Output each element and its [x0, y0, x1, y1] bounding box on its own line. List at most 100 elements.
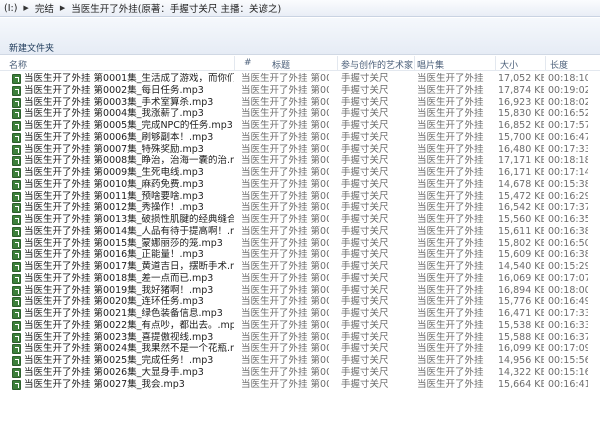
column-divider[interactable]: [495, 56, 496, 71]
column-header-title[interactable]: 标题: [272, 58, 290, 71]
table-row[interactable]: 当医生开了外挂 第0002集_每日任务.mp3 当医生开了外挂 第0002... 手…: [0, 85, 600, 97]
file-name: 当医生开了外挂 第0001集_生活成了游戏，而你们全...: [24, 73, 234, 84]
file-duration: 00:18:02: [548, 96, 588, 108]
file-title: 当医生开了外挂 第0017...: [241, 261, 329, 272]
audio-file-icon: [12, 179, 21, 190]
file-title: 当医生开了外挂 第0018...: [241, 272, 329, 284]
chevron-right-icon[interactable]: ▶: [56, 4, 69, 12]
file-album: 当医生开了外挂: [417, 272, 484, 284]
table-row[interactable]: 当医生开了外挂 第0011集_预啥要啥.mp3 当医生开了外挂 第0011... 手…: [0, 191, 600, 203]
column-header-number[interactable]: #: [244, 58, 252, 68]
file-title: 当医生开了外挂 第0024...: [241, 343, 329, 355]
table-row[interactable]: 当医生开了外挂 第0026集_大显身手.mp3 当医生开了外挂 第0026... 手…: [0, 367, 600, 379]
file-size: 16,099 KB: [498, 343, 544, 355]
audio-file-icon: [12, 109, 21, 120]
breadcrumb-folder-complete[interactable]: 完结: [33, 1, 56, 15]
table-row[interactable]: 当医生开了外挂 第0018集_差一点而已.mp3 当医生开了外挂 第0018...…: [0, 273, 600, 285]
audio-file-icon: [12, 356, 21, 366]
file-size: 16,480 KB: [498, 143, 544, 155]
table-row[interactable]: 当医生开了外挂 第0015集_蒙娜丽莎的笼.mp3 当医生开了外挂 第0015..…: [0, 238, 600, 250]
table-row[interactable]: 当医生开了外挂 第0006集_刷够副本！.mp3 当医生开了外挂 第0006...…: [0, 132, 600, 144]
table-row[interactable]: 当医生开了外挂 第0023集_喜提傲视线.mp3 当医生开了外挂 第0023...…: [0, 332, 600, 344]
audio-file-icon: [12, 191, 21, 202]
file-name: 当医生开了外挂 第0015集_蒙娜丽莎的笼.mp3: [24, 237, 223, 249]
file-title: 当医生开了外挂 第0014...: [241, 225, 329, 237]
file-name: 当医生开了外挂 第0022集_有点吵，都出去。.mp3: [24, 319, 234, 331]
column-header-size[interactable]: 大小: [500, 58, 518, 71]
table-row[interactable]: 当医生开了外挂 第0005集_完成NPC的任务.mp3 当医生开了外挂 第0005…: [0, 120, 600, 132]
file-title: 当医生开了外挂 第0020...: [241, 296, 329, 308]
table-row[interactable]: 当医生开了外挂 第0004集_我涨薪了.mp3 当医生开了外挂 第0004... 手…: [0, 108, 600, 120]
file-duration: 00:16:38: [548, 249, 588, 261]
file-artist: 手握寸关尺: [341, 120, 389, 131]
file-artist: 手握寸关尺: [341, 214, 389, 225]
table-row[interactable]: 当医生开了外挂 第0016集_正能量！.mp3 当医生开了外挂 第0016... 手…: [0, 249, 600, 261]
column-divider[interactable]: [234, 56, 235, 71]
file-size: 14,956 KB: [498, 355, 544, 366]
file-artist: 手握寸关尺: [341, 355, 389, 366]
table-row[interactable]: 当医生开了外挂 第0019集_我好猪啊！.mp3 当医生开了外挂 第0019...…: [0, 285, 600, 297]
file-album: 当医生开了外挂: [417, 237, 484, 249]
breadcrumb-drive[interactable]: (I:): [2, 3, 19, 14]
file-artist: 手握寸关尺: [341, 96, 389, 108]
file-duration: 00:15:29: [548, 261, 588, 272]
table-row[interactable]: 当医生开了外挂 第0008集_睁治，治海一囊的治.mp3 当医生开了外挂 第000…: [0, 155, 600, 167]
column-header-album[interactable]: 唱片集: [417, 58, 444, 71]
table-row[interactable]: 当医生开了外挂 第0025集_完成任务！.mp3 当医生开了外挂 第0025...…: [0, 355, 600, 367]
file-name: 当医生开了外挂 第0026集_大显身手.mp3: [24, 366, 204, 378]
file-name: 当医生开了外挂 第0005集_完成NPC的任务.mp3: [24, 120, 233, 131]
audio-file-icon: [12, 238, 21, 249]
table-row[interactable]: 当医生开了外挂 第0021集_绿色装备信息.mp3 当医生开了外挂 第0021..…: [0, 308, 600, 320]
chevron-right-icon[interactable]: ▶: [19, 4, 32, 12]
table-row[interactable]: 当医生开了外挂 第0027集_我会.mp3 当医生开了外挂 第0027... 手握寸…: [0, 379, 600, 391]
column-header-duration[interactable]: 长度: [550, 58, 568, 71]
audio-file-icon: [12, 344, 21, 355]
file-size: 15,538 KB: [498, 319, 544, 331]
column-header-name[interactable]: 名称: [9, 58, 27, 71]
file-size: 16,069 KB: [498, 272, 544, 284]
column-divider[interactable]: [545, 56, 546, 71]
file-duration: 00:17:33: [548, 143, 588, 155]
audio-file-icon: [12, 379, 21, 390]
file-duration: 00:17:07: [548, 272, 588, 284]
table-row[interactable]: 当医生开了外挂 第0014集_人品有待于提高啊！.mp3 当医生开了外挂 第001…: [0, 226, 600, 238]
table-row[interactable]: 当医生开了外挂 第0010集_麻药免费.mp3 当医生开了外挂 第0010... 手…: [0, 179, 600, 191]
file-album: 当医生开了外挂: [417, 214, 484, 225]
new-folder-button[interactable]: 新建文件夹: [9, 41, 54, 54]
table-row[interactable]: 当医生开了外挂 第0024集_我果然不是一个花瓶.mp3 当医生开了外挂 第002…: [0, 343, 600, 355]
column-divider[interactable]: [414, 56, 415, 71]
table-row[interactable]: 当医生开了外挂 第0007集_特殊奖励.mp3 当医生开了外挂 第0007... 手…: [0, 144, 600, 156]
file-duration: 00:16:33: [548, 319, 588, 331]
audio-file-icon: [12, 85, 21, 96]
audio-file-icon: [12, 132, 21, 143]
table-row[interactable]: 当医生开了外挂 第0012集_秀操作！.mp3 当医生开了外挂 第0012... 手…: [0, 202, 600, 214]
table-row[interactable]: 当医生开了外挂 第0020集_连环任务.mp3 当医生开了外挂 第0020... 手…: [0, 296, 600, 308]
file-duration: 00:16:50: [548, 237, 588, 249]
file-album: 当医生开了外挂: [417, 202, 484, 214]
table-row[interactable]: 当医生开了外挂 第0001集_生活成了游戏，而你们全... 当医生开了外挂 第00…: [0, 73, 600, 85]
audio-file-icon: [12, 144, 21, 155]
file-artist: 手握寸关尺: [341, 296, 389, 308]
audio-file-icon: [12, 97, 21, 108]
file-name: 当医生开了外挂 第0020集_连环任务.mp3: [24, 296, 204, 308]
column-header-artist[interactable]: 参与创作的艺术家: [341, 58, 413, 71]
file-artist: 手握寸关尺: [341, 261, 389, 272]
file-size: 15,560 KB: [498, 214, 544, 225]
breadcrumb-current-folder[interactable]: 当医生开了外挂(原著：手握寸关尺 主播：关谚之): [69, 1, 283, 15]
file-album: 当医生开了外挂: [417, 96, 484, 108]
file-artist: 手握寸关尺: [341, 249, 389, 261]
audio-file-icon: [12, 215, 21, 225]
table-row[interactable]: 当医生开了外挂 第0017集_黄道吉日，摆断手术.mp3 当医生开了外挂 第001…: [0, 261, 600, 273]
table-row[interactable]: 当医生开了外挂 第0013集_破损性肌腱的经典缝合病... 当医生开了外挂 第00…: [0, 214, 600, 226]
file-artist: 手握寸关尺: [341, 167, 389, 178]
table-row[interactable]: 当医生开了外挂 第0003集_手术室算杀.mp3 当医生开了外挂 第0003...…: [0, 97, 600, 109]
table-row[interactable]: 当医生开了外挂 第0022集_有点吵，都出去。.mp3 当医生开了外挂 第0022…: [0, 320, 600, 332]
file-name: 当医生开了外挂 第0018集_差一点而已.mp3: [24, 272, 214, 284]
file-album: 当医生开了外挂: [417, 167, 484, 178]
file-title: 当医生开了外挂 第0022...: [241, 319, 329, 331]
breadcrumb[interactable]: (I:) ▶ 完结 ▶ 当医生开了外挂(原著：手握寸关尺 主播：关谚之): [0, 0, 600, 17]
file-album: 当医生开了外挂: [417, 261, 484, 272]
audio-file-icon: [12, 74, 21, 84]
table-row[interactable]: 当医生开了外挂 第0009集_生死电线.mp3 当医生开了外挂 第0009... 手…: [0, 167, 600, 179]
column-divider[interactable]: [337, 56, 338, 71]
